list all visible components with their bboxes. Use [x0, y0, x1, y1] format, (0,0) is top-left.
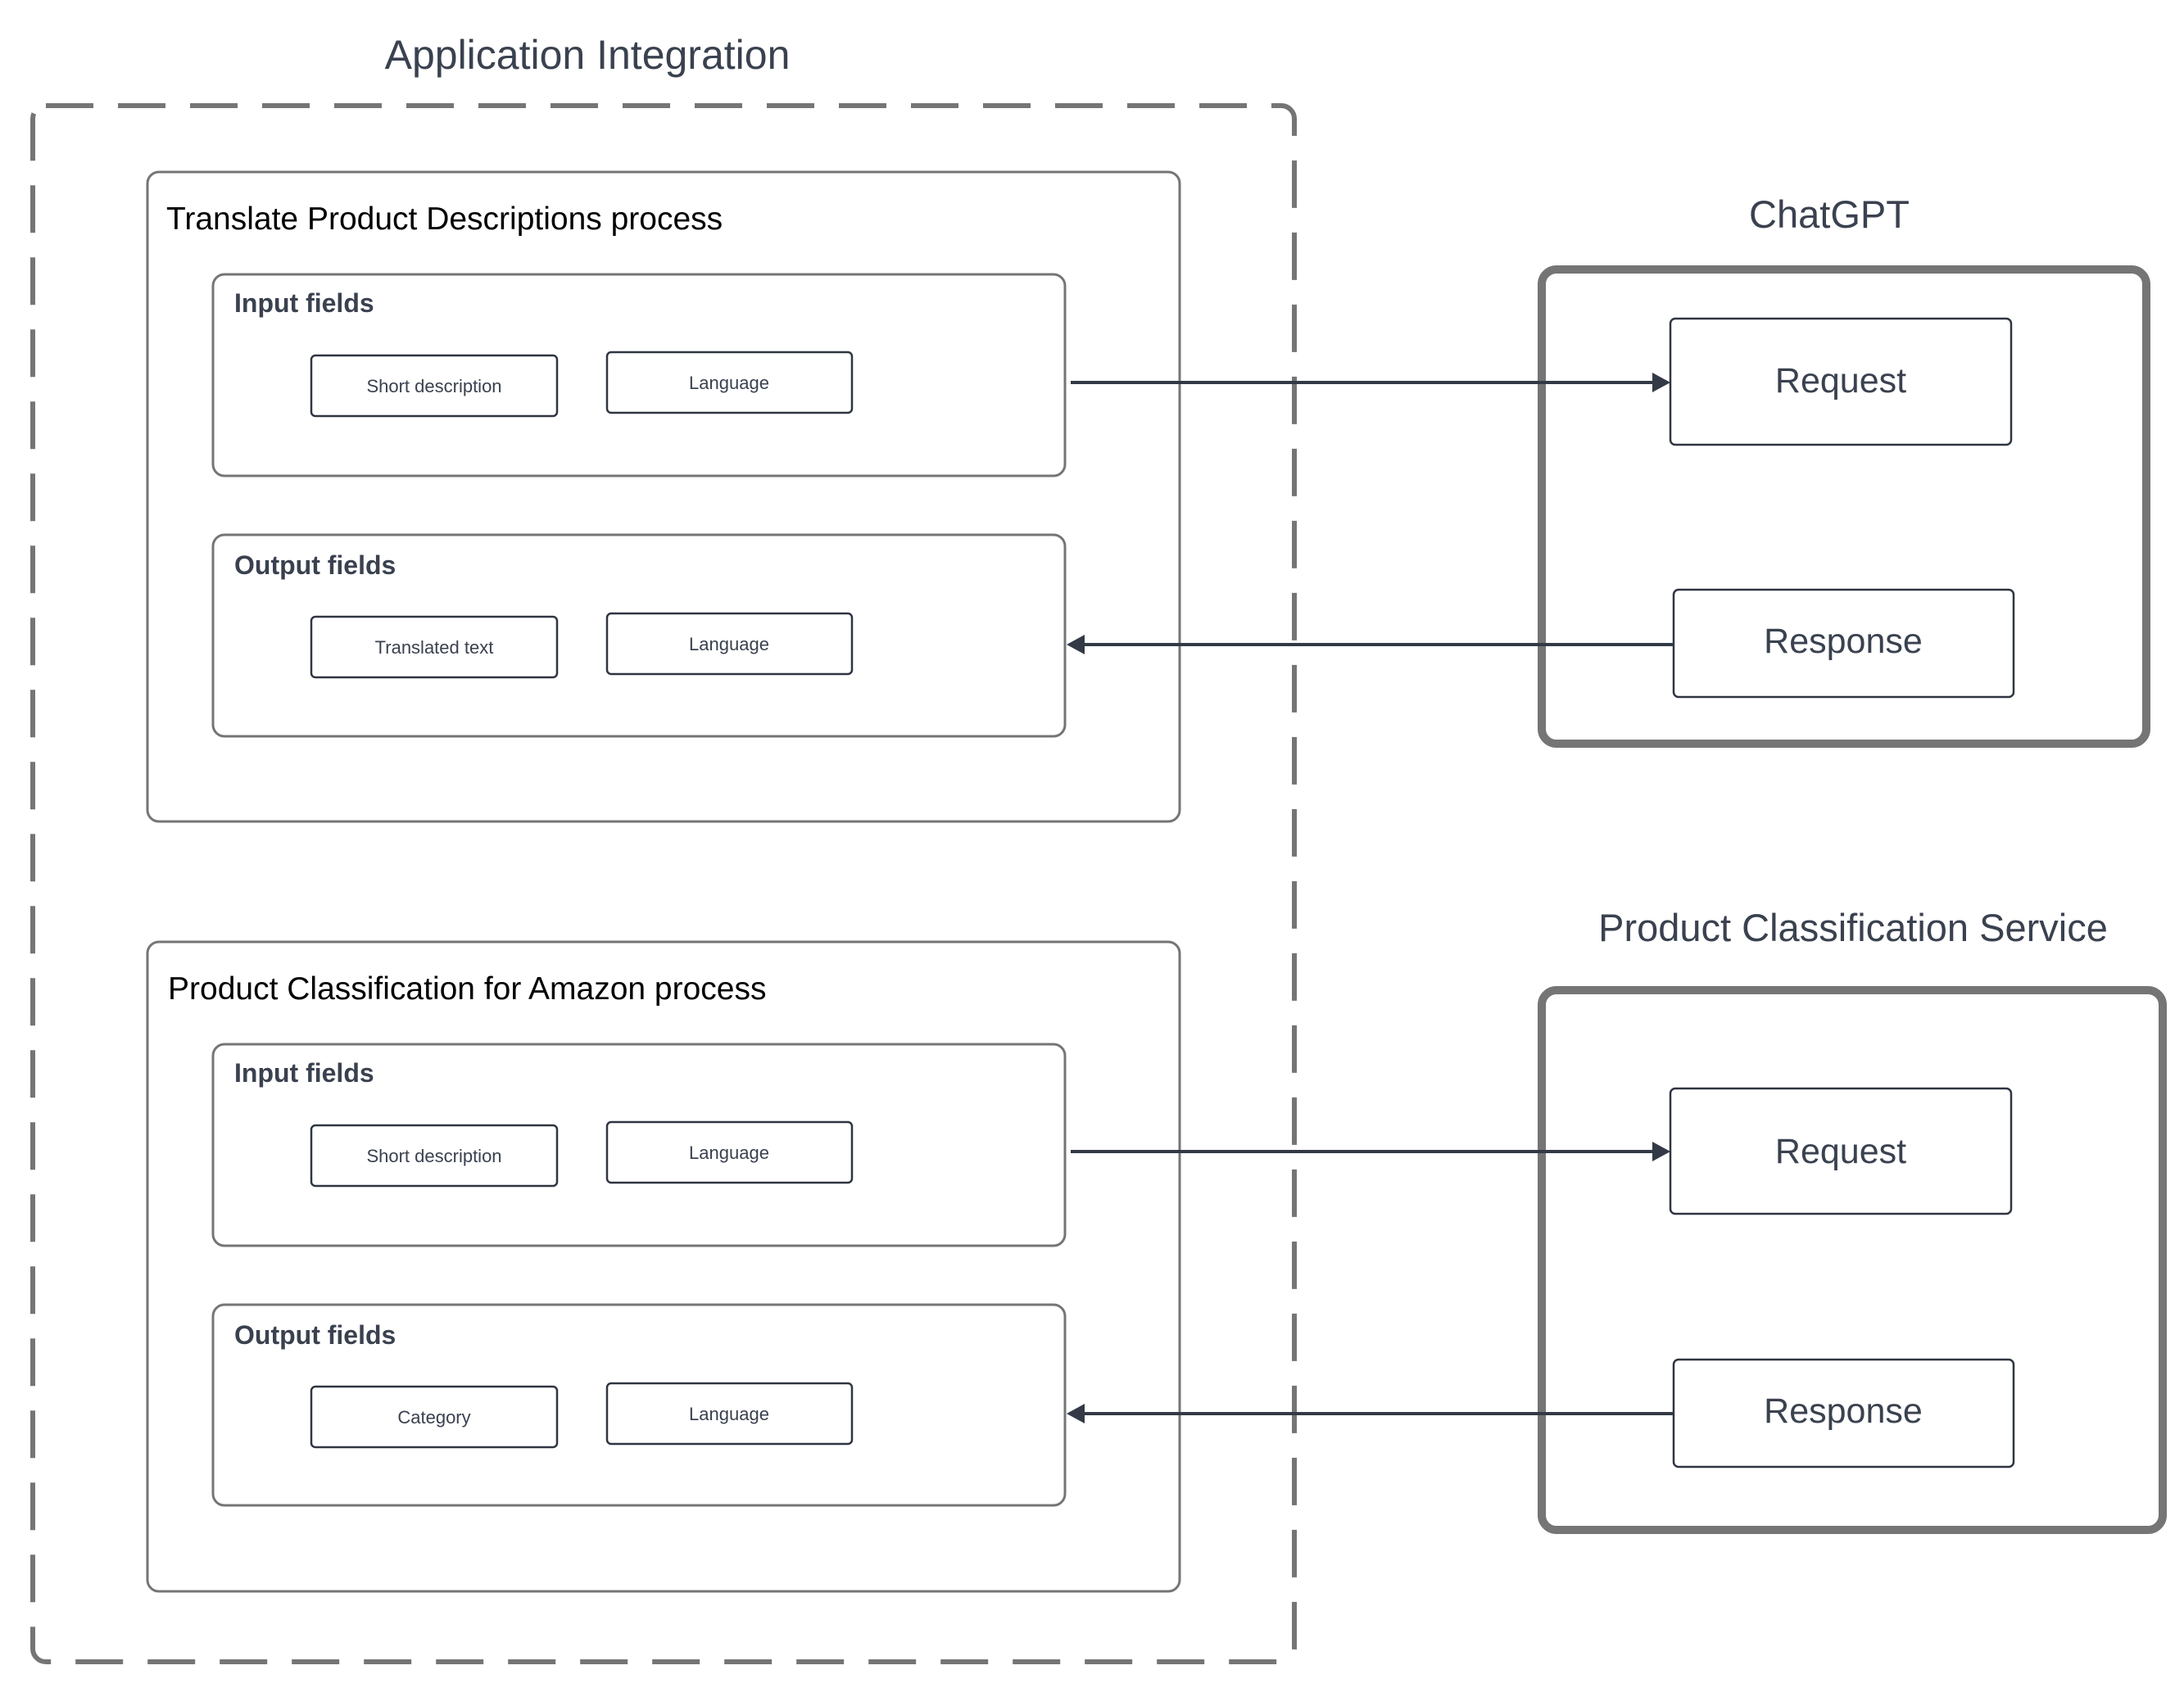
field-label: Language: [689, 1143, 769, 1163]
service-product-classification[interactable]: Product Classification Service Request R…: [1538, 906, 2167, 1534]
request-label: Request: [1775, 1132, 1906, 1171]
field-label: Category: [397, 1407, 470, 1428]
response-label: Response: [1764, 1392, 1923, 1431]
request-label: Request: [1775, 361, 1906, 400]
response-label: Response: [1764, 622, 1923, 661]
output-fields-label: Output fields: [234, 1320, 396, 1350]
output-fields-label: Output fields: [234, 550, 396, 580]
input-fields-group[interactable]: Input fields Short description Language: [211, 273, 1067, 477]
input-fields-label: Input fields: [234, 288, 374, 318]
architecture-diagram: Application Integration Translate Produc…: [30, 32, 2167, 1664]
input-fields-group[interactable]: Input fields Short description Language: [211, 1043, 1067, 1247]
process-title: Translate Product Descriptions process: [166, 201, 723, 237]
field-label: Short description: [366, 376, 501, 396]
output-fields-group[interactable]: Output fields Category Language: [211, 1303, 1067, 1507]
app-integration-title: Application Integration: [385, 32, 791, 78]
field-label: Language: [689, 634, 769, 654]
process-title: Product Classification for Amazon proces…: [168, 971, 767, 1007]
field-label: Language: [689, 373, 769, 393]
process-product-classification[interactable]: Product Classification for Amazon proces…: [146, 940, 1181, 1593]
input-fields-label: Input fields: [234, 1058, 374, 1088]
service-title: Product Classification Service: [1598, 906, 2108, 949]
field-label: Short description: [366, 1146, 501, 1166]
field-label: Translated text: [375, 637, 494, 658]
output-fields-group[interactable]: Output fields Translated text Language: [211, 533, 1067, 738]
process-translate-descriptions[interactable]: Translate Product Descriptions process I…: [146, 170, 1181, 823]
field-label: Language: [689, 1404, 769, 1424]
service-title: ChatGPT: [1749, 192, 1910, 236]
service-chatgpt[interactable]: ChatGPT Request Response: [1538, 192, 2150, 748]
